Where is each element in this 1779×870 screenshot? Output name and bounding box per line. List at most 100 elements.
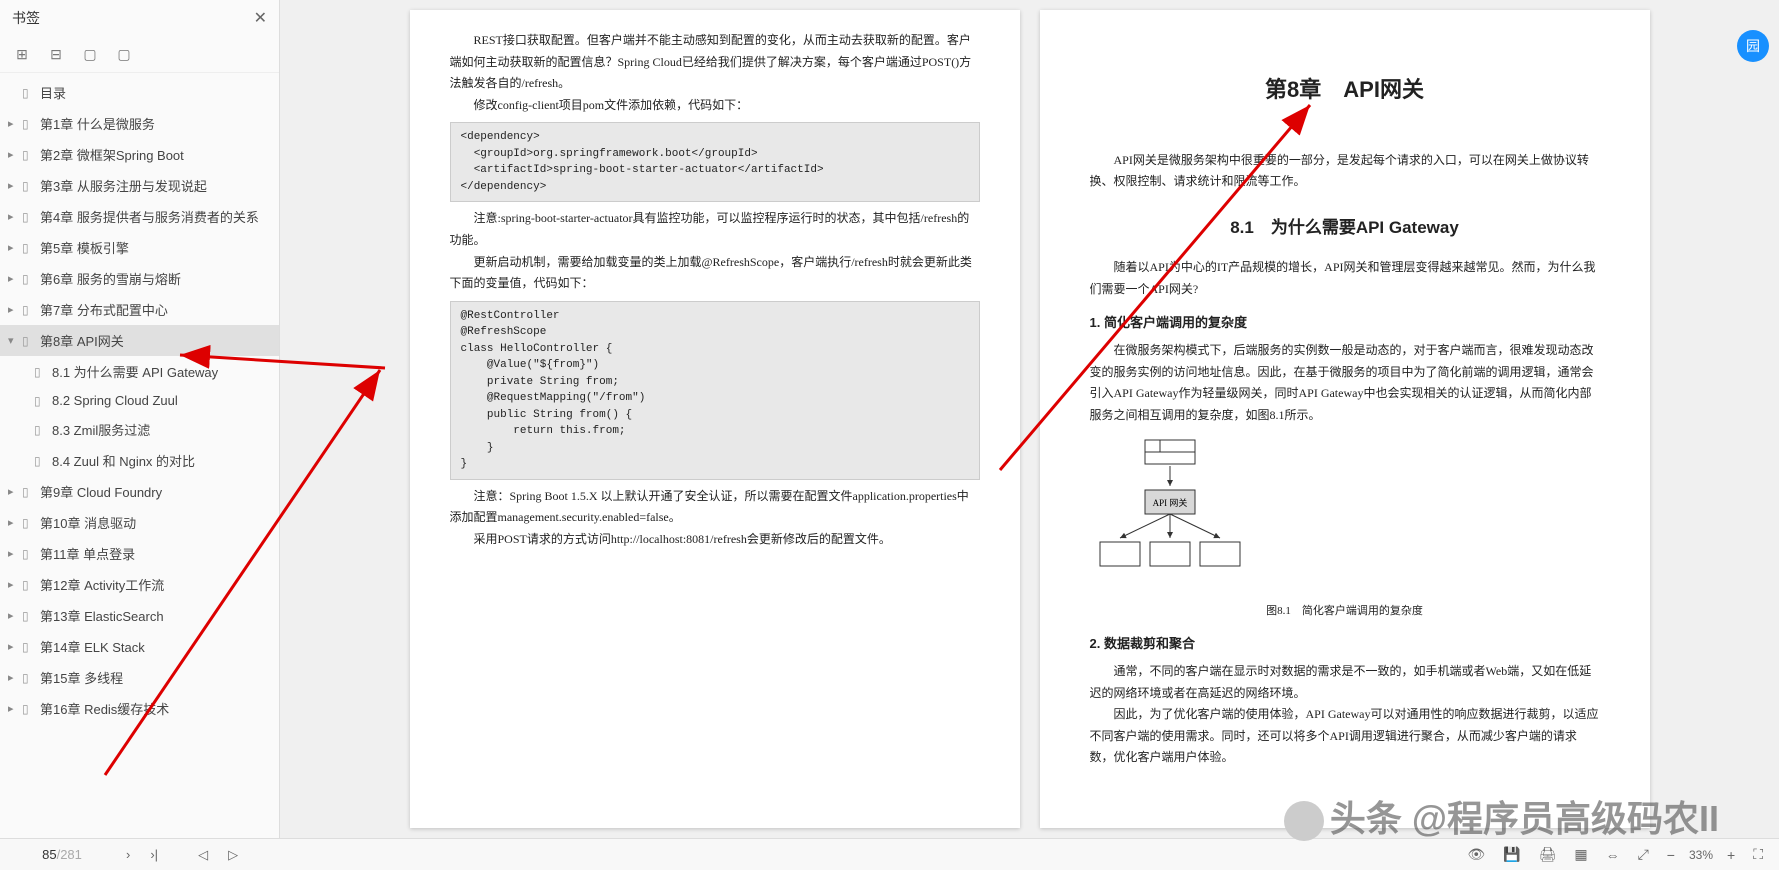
chevron-icon[interactable]: ▾ bbox=[8, 334, 22, 347]
bookmarks-sidebar: 书签 ✕ ⊞ ⊟ ▢ ▢ ▯目录▸▯第1章 什么是微服务▸▯第2章 微框架Spr… bbox=[0, 0, 280, 838]
bookmark-ribbon-icon: ▯ bbox=[22, 148, 36, 162]
bookmark-label: 第2章 微框架Spring Boot bbox=[40, 145, 184, 164]
bookmark-label: 第7章 分布式配置中心 bbox=[40, 300, 168, 319]
bookmark-list[interactable]: ▯目录▸▯第1章 什么是微服务▸▯第2章 微框架Spring Boot▸▯第3章… bbox=[0, 73, 279, 838]
chevron-icon[interactable]: ▸ bbox=[8, 547, 22, 560]
paragraph: 通常，不同的客户端在显示时对数据的需求是不一致的，如手机端或者Web端，又如在低… bbox=[1090, 661, 1600, 704]
bookmark-item[interactable]: ▸▯第1章 什么是微服务 bbox=[0, 108, 279, 139]
bookmark-label: 第10章 消息驱动 bbox=[40, 513, 136, 532]
paragraph: 随着以API为中心的IT产品规模的增长，API网关和管理层变得越来越常见。然而，… bbox=[1090, 257, 1600, 300]
bookmark-ribbon-icon: ▯ bbox=[22, 640, 36, 654]
forward-button[interactable]: ▷ bbox=[222, 843, 244, 867]
bookmark-ribbon-icon: ▯ bbox=[22, 547, 36, 561]
bookmark-item[interactable]: ▸▯ 第13章 ElasticSearch bbox=[0, 600, 279, 631]
bookmark-item[interactable]: ▸▯第9章 Cloud Foundry bbox=[0, 476, 279, 507]
chevron-icon[interactable]: ▸ bbox=[8, 148, 22, 161]
bookmark-ribbon-icon: ▯ bbox=[22, 609, 36, 623]
bookmark-ribbon-icon: ▯ bbox=[22, 117, 36, 131]
chevron-icon[interactable]: ▸ bbox=[8, 702, 22, 715]
bookmark-sub-item[interactable]: ▯8.4 Zuul 和 Nginx 的对比 bbox=[0, 445, 279, 476]
page-right: 第8章 API网关 API网关是微服务架构中很重要的一部分，是发起每个请求的入口… bbox=[1040, 10, 1650, 828]
bookmark-item[interactable]: ▸▯ 第11章 单点登录 bbox=[0, 538, 279, 569]
bookmark-item[interactable]: ▸▯第4章 服务提供者与服务消费者的关系 bbox=[0, 201, 279, 232]
fit-page-icon[interactable]: ⤢ bbox=[1634, 842, 1653, 867]
sidebar-toolbar: ⊞ ⊟ ▢ ▢ bbox=[0, 36, 279, 73]
bookmark-sub-item[interactable]: ▯8.2 Spring Cloud Zuul bbox=[0, 387, 279, 414]
sidebar-header: 书签 ✕ bbox=[0, 0, 279, 36]
chevron-icon[interactable]: ▸ bbox=[8, 671, 22, 684]
bookmark-item[interactable]: ▸▯ 第10章 消息驱动 bbox=[0, 507, 279, 538]
zoom-out-button[interactable]: − bbox=[1663, 843, 1679, 867]
bookmark-item[interactable]: ▾▯ 第8章 API网关 bbox=[0, 325, 279, 356]
paragraph: 采用POST请求的方式访问http://localhost:8081/refre… bbox=[450, 529, 980, 551]
bookmark-item[interactable]: ▸▯第15章 多线程 bbox=[0, 662, 279, 693]
chevron-icon[interactable]: ▸ bbox=[8, 241, 22, 254]
bottom-toolbar: 85/281 › ›| ◁ ▷ 👁 💾 🖨 ▦ ⇔ ⤢ − 33% + ⛶ bbox=[0, 838, 1779, 870]
bookmark-item[interactable]: ▸▯ 第6章 服务的雪崩与熔断 bbox=[0, 263, 279, 294]
bookmark-ribbon-icon: ▯ bbox=[22, 485, 36, 499]
chevron-icon[interactable]: ▸ bbox=[8, 117, 22, 130]
paragraph: REST接口获取配置。但客户端并不能主动感知到配置的变化，从而主动去获取新的配置… bbox=[450, 30, 980, 95]
bookmark-label: 8.2 Spring Cloud Zuul bbox=[52, 393, 178, 408]
paragraph: 注意:spring-boot-starter-actuator具有监控功能，可以… bbox=[450, 208, 980, 251]
chevron-icon[interactable]: ▸ bbox=[8, 272, 22, 285]
fullscreen-icon[interactable]: ⛶ bbox=[1749, 842, 1767, 867]
bookmark-label: 第14章 ELK Stack bbox=[40, 637, 145, 656]
bookmark-label: 第13章 ElasticSearch bbox=[40, 606, 164, 625]
bookmark-ribbon-icon: ▯ bbox=[22, 179, 36, 193]
bookmark-label: 第4章 服务提供者与服务消费者的关系 bbox=[40, 207, 259, 226]
sidebar-title: 书签 bbox=[12, 8, 40, 28]
bookmark-item[interactable]: ▸▯ 第14章 ELK Stack bbox=[0, 631, 279, 662]
chevron-icon[interactable]: ▸ bbox=[8, 640, 22, 653]
page-number-field[interactable]: 85/281 bbox=[12, 847, 112, 862]
bookmark-item[interactable]: ▸▯ 第2章 微框架Spring Boot bbox=[0, 139, 279, 170]
bookmark-ribbon-icon: ▯ bbox=[22, 516, 36, 530]
new-bookmark-icon[interactable]: ⊞ bbox=[14, 46, 30, 62]
bookmark-item[interactable]: ▯目录 bbox=[0, 77, 279, 108]
chevron-icon[interactable]: ▸ bbox=[8, 179, 22, 192]
bookmark-sub-item[interactable]: ▯8.1 为什么需要 API Gateway bbox=[0, 356, 279, 387]
chevron-icon[interactable]: ▸ bbox=[8, 303, 22, 316]
bookmark-item[interactable]: ▸▯第12章 Activity工作流 bbox=[0, 569, 279, 600]
code-block: <dependency> <groupId>org.springframewor… bbox=[450, 122, 980, 202]
paragraph: 注意：Spring Boot 1.5.X 以上默认开通了安全认证，所以需要在配置… bbox=[450, 486, 980, 529]
bookmark-ribbon-icon: ▯ bbox=[22, 272, 36, 286]
zoom-level[interactable]: 33% bbox=[1689, 848, 1713, 862]
next-page-button[interactable]: › bbox=[120, 843, 136, 866]
new-sub-bookmark-icon[interactable]: ⊟ bbox=[48, 46, 64, 62]
save-icon[interactable]: 💾 bbox=[1499, 842, 1524, 867]
float-feedback-button[interactable]: 园 bbox=[1737, 30, 1769, 62]
chevron-icon[interactable]: ▸ bbox=[8, 578, 22, 591]
bookmark-label: 第11章 单点登录 bbox=[40, 544, 135, 563]
bookmark-ribbon-icon: ▯ bbox=[22, 334, 36, 348]
chevron-icon[interactable]: ▸ bbox=[8, 210, 22, 223]
chevron-icon[interactable]: ▸ bbox=[8, 485, 22, 498]
chevron-icon[interactable]: ▸ bbox=[8, 516, 22, 529]
zoom-in-button[interactable]: + bbox=[1723, 843, 1739, 867]
bookmark-ribbon-icon: ▯ bbox=[22, 578, 36, 592]
bookmark-label: 第3章 从服务注册与发现说起 bbox=[40, 176, 207, 195]
close-icon[interactable]: ✕ bbox=[254, 8, 267, 28]
zoom-controls: 👁 💾 🖨 ▦ ⇔ ⤢ − 33% + ⛶ bbox=[1463, 842, 1767, 867]
bookmark-sub-item[interactable]: ▯8.3 Zmil服务过滤 bbox=[0, 414, 279, 445]
last-page-button[interactable]: ›| bbox=[144, 843, 164, 866]
fit-width-icon[interactable]: ⇔ bbox=[1602, 843, 1624, 867]
bookmark-item[interactable]: ▸▯第5章 模板引擎 bbox=[0, 232, 279, 263]
bookmark-label: 第16章 Redis缓存技术 bbox=[40, 699, 169, 718]
bookmark-item[interactable]: ▸▯第16章 Redis缓存技术 bbox=[0, 693, 279, 724]
bookmark-ribbon-icon: ▯ bbox=[34, 365, 48, 379]
bookmark-flag-icon[interactable]: ▢ bbox=[116, 46, 132, 62]
bookmark-label: 第8章 API网关 bbox=[40, 331, 124, 350]
bookmark-label: 第6章 服务的雪崩与熔断 bbox=[40, 269, 181, 288]
view-mode-icon[interactable]: 👁 bbox=[1463, 842, 1489, 867]
bookmark-item[interactable]: ▸▯第7章 分布式配置中心 bbox=[0, 294, 279, 325]
layout-icon[interactable]: ▦ bbox=[1570, 842, 1591, 867]
bookmark-label: 第15章 多线程 bbox=[40, 668, 123, 687]
print-icon[interactable]: 🖨 bbox=[1535, 842, 1561, 867]
bookmark-icon[interactable]: ▢ bbox=[82, 46, 98, 62]
chevron-icon[interactable]: ▸ bbox=[8, 609, 22, 622]
document-viewport[interactable]: REST接口获取配置。但客户端并不能主动感知到配置的变化，从而主动去获取新的配置… bbox=[280, 0, 1779, 838]
bookmark-item[interactable]: ▸▯ 第3章 从服务注册与发现说起 bbox=[0, 170, 279, 201]
back-button[interactable]: ◁ bbox=[192, 843, 214, 867]
paragraph: 在微服务架构模式下，后端服务的实例数一般是动态的，对于客户端而言，很难发现动态改… bbox=[1090, 340, 1600, 426]
